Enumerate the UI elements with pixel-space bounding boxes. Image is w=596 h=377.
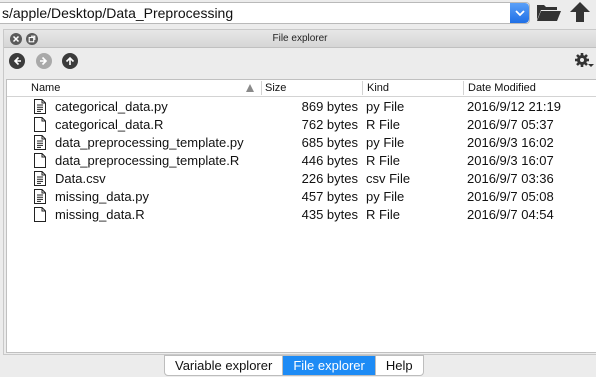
code-file-icon	[34, 171, 46, 186]
table-row[interactable]: Data.csv 226 bytes csv File 2016/9/7 03:36	[7, 170, 596, 188]
table-row[interactable]: data_preprocessing_template.R 446 bytes R …	[7, 152, 596, 170]
column-header-size[interactable]: Size	[265, 82, 286, 94]
file-list: categorical_data.py 869 bytes py File 2016/…	[7, 98, 596, 224]
arrow-left-icon[interactable]	[9, 53, 25, 69]
file-tree[interactable]: Name Size Kind Date Modified categorical…	[6, 79, 596, 353]
table-row[interactable]: data_preprocessing_template.py 685 bytes p…	[7, 134, 596, 152]
file-icon	[34, 207, 46, 222]
table-row[interactable]: missing_data.R 435 bytes R File 2016/9/7 04…	[7, 206, 596, 224]
file-kind: R File	[366, 207, 400, 222]
file-date-modified: 2016/9/3 16:02	[467, 135, 554, 150]
table-row[interactable]: missing_data.py 457 bytes py File 2016/9/7 …	[7, 188, 596, 206]
file-name[interactable]: categorical_data.py	[55, 99, 168, 114]
column-divider[interactable]	[261, 81, 262, 95]
file-name[interactable]: data_preprocessing_template.py	[55, 135, 244, 150]
gear-icon[interactable]	[574, 52, 594, 70]
file-name[interactable]: missing_data.py	[55, 189, 149, 204]
file-name[interactable]: Data.csv	[55, 171, 106, 186]
pane-tabbar: Variable explorer File explorer Help	[164, 355, 424, 376]
file-size: 457 bytes	[301, 189, 358, 204]
file-kind: R File	[366, 117, 400, 132]
file-size: 869 bytes	[301, 99, 358, 114]
file-size: 435 bytes	[301, 207, 358, 222]
file-date-modified: 2016/9/7 04:54	[467, 207, 554, 222]
pane-titlebar: File explorer	[4, 30, 596, 48]
tab-variable-explorer[interactable]: Variable explorer	[165, 356, 284, 375]
chevron-down-icon[interactable]	[510, 3, 529, 23]
file-kind: csv File	[366, 171, 411, 186]
file-size: 685 bytes	[301, 135, 358, 150]
code-file-icon	[34, 135, 46, 150]
file-name[interactable]: categorical_data.R	[55, 117, 163, 132]
arrow-right-icon[interactable]	[36, 53, 52, 69]
file-kind: py File	[366, 135, 405, 150]
file-size: 226 bytes	[301, 171, 358, 186]
code-file-icon	[34, 189, 46, 204]
table-row[interactable]: categorical_data.R 762 bytes R File 2016/9/…	[7, 116, 596, 134]
folder-open-icon[interactable]	[536, 1, 562, 23]
tab-help[interactable]: Help	[376, 356, 423, 375]
table-header: Name Size Kind Date Modified	[7, 80, 596, 97]
file-name[interactable]: missing_data.R	[55, 207, 145, 222]
file-date-modified: 2016/9/12 21:19	[467, 99, 561, 114]
file-date-modified: 2016/9/7 03:36	[467, 171, 554, 186]
file-icon	[34, 117, 46, 132]
column-divider[interactable]	[362, 81, 363, 95]
file-kind: py File	[366, 99, 405, 114]
tab-file-explorer[interactable]: File explorer	[283, 356, 376, 375]
arrow-up-icon[interactable]	[62, 53, 78, 69]
file-icon	[34, 153, 46, 168]
arrow-up-icon[interactable]	[568, 1, 592, 23]
path-input[interactable]: s/apple/Desktop/Data_Preprocessing	[2, 5, 233, 21]
path-combobox[interactable]: s/apple/Desktop/Data_Preprocessing	[0, 2, 530, 24]
column-header-kind[interactable]: Kind	[367, 82, 389, 94]
file-size: 446 bytes	[301, 153, 358, 168]
column-header-name[interactable]: Name	[31, 82, 60, 94]
file-name[interactable]: data_preprocessing_template.R	[55, 153, 239, 168]
file-date-modified: 2016/9/7 05:08	[467, 189, 554, 204]
file-size: 762 bytes	[301, 117, 358, 132]
table-row[interactable]: categorical_data.py 869 bytes py File 2016/…	[7, 98, 596, 116]
file-kind: R File	[366, 153, 400, 168]
file-date-modified: 2016/9/7 05:37	[467, 117, 554, 132]
file-date-modified: 2016/9/3 16:07	[467, 153, 554, 168]
path-toolbar: s/apple/Desktop/Data_Preprocessing	[0, 0, 596, 26]
file-kind: py File	[366, 189, 405, 204]
nav-toolbar	[4, 49, 596, 75]
sort-ascending-icon	[246, 84, 254, 92]
code-file-icon	[34, 99, 46, 114]
file-explorer-pane: File explorer Name Size Kind Date Modifi…	[3, 29, 596, 355]
pane-title: File explorer	[272, 33, 328, 44]
column-header-date-modified[interactable]: Date Modified	[468, 82, 536, 94]
column-divider[interactable]	[463, 81, 464, 95]
